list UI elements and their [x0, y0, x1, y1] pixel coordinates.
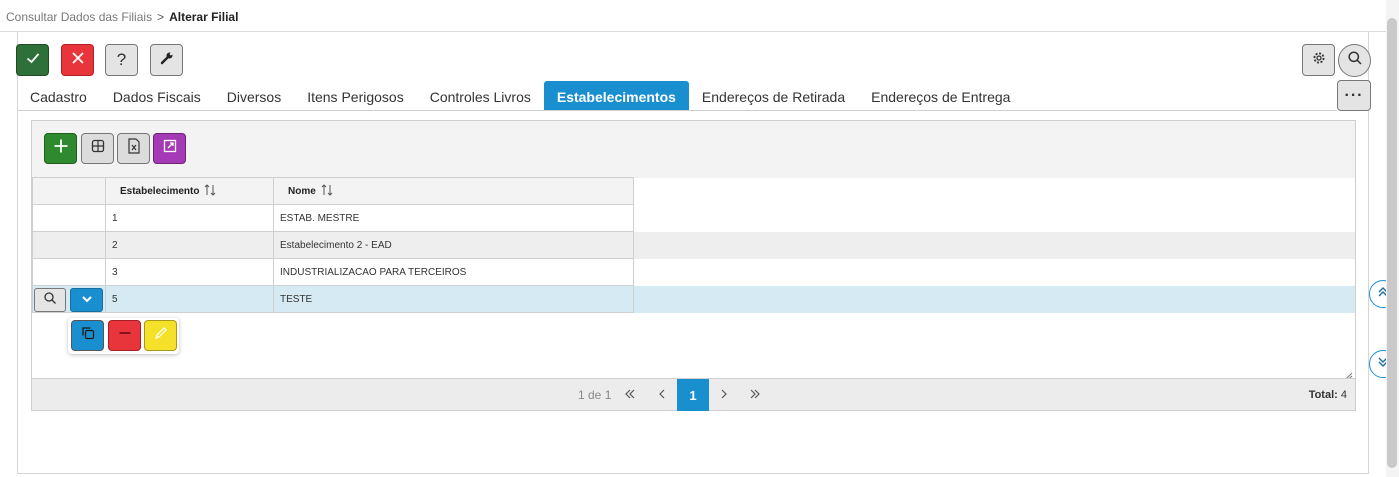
table-row[interactable]: 2 Estabelecimento 2 - EAD [32, 231, 634, 259]
cell-estabelecimento: 1 [105, 204, 274, 232]
cell-estabelecimento: 2 [105, 231, 274, 259]
chevron-left-icon [658, 386, 666, 404]
row-actions-menu [68, 318, 179, 354]
plus-icon [53, 138, 69, 159]
row-action-cell [32, 231, 106, 259]
tools-button[interactable] [150, 44, 183, 76]
wrench-icon [159, 50, 175, 71]
first-page-button[interactable] [622, 387, 638, 403]
page-button-current[interactable]: 1 [677, 379, 709, 411]
row-action-cell [32, 258, 106, 286]
columns-button[interactable] [81, 133, 114, 164]
tab-diversos[interactable]: Diversos [214, 81, 294, 111]
pagination-bar: 1 de 1 1 Total: 4 [32, 378, 1355, 411]
cell-nome: ESTAB. MESTRE [273, 204, 634, 232]
cell-nome: Estabelecimento 2 - EAD [273, 231, 634, 259]
tab-enderecos-entrega[interactable]: Endereços de Entrega [858, 81, 1023, 111]
row-view-button[interactable] [34, 288, 66, 312]
more-options-button[interactable]: ··· [1337, 80, 1371, 111]
resize-handle[interactable] [1345, 367, 1353, 380]
check-icon [25, 50, 41, 71]
double-chevron-right-icon [749, 386, 761, 404]
table-row[interactable]: 3 INDUSTRIALIZACAO PARA TERCEIROS [32, 258, 634, 286]
last-page-button[interactable] [747, 387, 763, 403]
excel-export-icon [127, 138, 141, 159]
total-label: Total: [1308, 389, 1338, 401]
chevron-down-icon [81, 291, 93, 309]
row-action-header [32, 177, 106, 205]
row-action-cell [32, 204, 106, 232]
search-button[interactable] [1338, 44, 1371, 77]
next-page-button[interactable] [716, 387, 732, 403]
close-icon [71, 51, 85, 70]
delete-row-button[interactable] [108, 320, 141, 351]
search-icon [1347, 50, 1363, 71]
confirm-button[interactable] [16, 44, 49, 76]
cell-estabelecimento: 3 [105, 258, 274, 286]
establishments-table: Estabelecimento Nome 1 ESTAB. MESTRE 2 E… [32, 177, 634, 313]
table-row[interactable]: 1 ESTAB. MESTRE [32, 204, 634, 232]
expand-icon [163, 139, 177, 158]
total-count: Total: 4 [1309, 389, 1347, 401]
breadcrumb-current: Alterar Filial [169, 10, 239, 24]
total-value: 4 [1340, 389, 1347, 401]
minus-icon [118, 326, 132, 345]
table-header-row: Estabelecimento Nome [32, 177, 634, 205]
tab-dados-fiscais[interactable]: Dados Fiscais [100, 81, 214, 111]
row-actions-toggle[interactable] [70, 288, 103, 312]
cell-estabelecimento: 5 [105, 285, 274, 313]
search-icon [43, 291, 57, 310]
column-header-nome[interactable]: Nome [273, 177, 634, 205]
tabs-divider [17, 110, 1337, 111]
export-excel-button[interactable] [117, 133, 150, 164]
gear-icon [1312, 51, 1326, 70]
tab-enderecos-retirada[interactable]: Endereços de Retirada [689, 81, 858, 111]
tab-cadastro[interactable]: Cadastro [17, 81, 100, 111]
previous-page-button[interactable] [654, 387, 670, 403]
chevron-right-icon [720, 386, 728, 404]
settings-button[interactable] [1302, 44, 1335, 76]
cell-nome: INDUSTRIALIZACAO PARA TERCEIROS [273, 258, 634, 286]
table-row-selected[interactable]: 5 TESTE [32, 285, 634, 313]
copy-icon [81, 326, 95, 345]
breadcrumb: Consultar Dados das Filiais > Alterar Fili… [6, 10, 238, 24]
sort-icon[interactable] [320, 183, 334, 200]
help-button[interactable]: ? [105, 44, 138, 76]
tab-controles-livros[interactable]: Controles Livros [417, 81, 544, 111]
cancel-button[interactable] [61, 44, 94, 76]
grid-toolbar [32, 121, 1355, 178]
tab-estabelecimentos[interactable]: Estabelecimentos [543, 81, 689, 111]
sort-icon[interactable] [203, 183, 217, 200]
breadcrumb-parent-link[interactable]: Consultar Dados das Filiais [6, 10, 152, 24]
tab-itens-perigosos[interactable]: Itens Perigosos [294, 81, 417, 111]
column-header-estabelecimento[interactable]: Estabelecimento [105, 177, 274, 205]
page-info: 1 de 1 [578, 388, 612, 402]
question-icon: ? [116, 50, 127, 69]
grid-panel: Estabelecimento Nome 1 ESTAB. MESTRE 2 E… [31, 120, 1356, 411]
add-row-button[interactable] [44, 133, 77, 164]
table-columns-icon [91, 139, 105, 158]
expand-button[interactable] [153, 133, 186, 164]
page-scrollbar-thumb[interactable] [1387, 18, 1397, 468]
cell-nome: TESTE [273, 285, 634, 313]
breadcrumb-separator: > [157, 10, 165, 24]
pencil-icon [154, 326, 168, 345]
copy-row-button[interactable] [71, 320, 104, 351]
edit-row-button[interactable] [144, 320, 177, 351]
tab-bar: Cadastro Dados Fiscais Diversos Itens Pe… [17, 81, 1023, 111]
double-chevron-left-icon [624, 386, 636, 404]
